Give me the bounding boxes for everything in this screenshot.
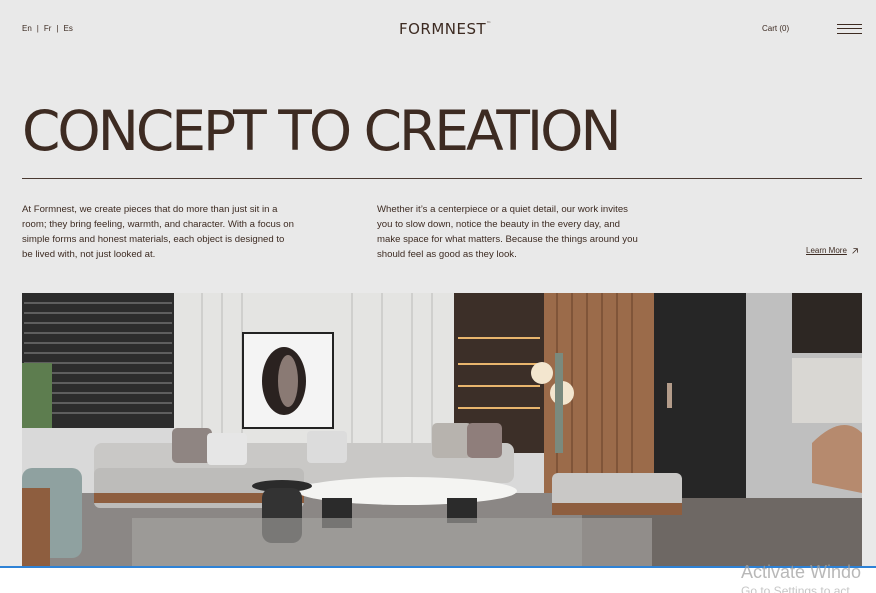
arrow-up-right-icon xyxy=(852,247,858,254)
brand-logo[interactable]: FORMNEST™ xyxy=(399,20,492,38)
page-headline: CONCEPT TO CREATION xyxy=(22,99,622,163)
intro-paragraph-right: Whether it’s a centerpiece or a quiet de… xyxy=(377,204,638,260)
learn-more-label: Learn More xyxy=(806,246,847,255)
top-navigation: En | Fr | Es FORMNEST™ Cart (0) xyxy=(0,0,876,58)
language-separator: | xyxy=(36,24,39,33)
activation-watermark-subtitle: Go to Settings to act xyxy=(741,584,850,593)
hero-image xyxy=(22,293,862,566)
language-switcher: En | Fr | Es xyxy=(22,24,73,33)
logo-text: FORMNEST xyxy=(399,20,487,38)
learn-more-link[interactable]: Learn More xyxy=(806,246,859,255)
language-es[interactable]: Es xyxy=(64,24,73,33)
language-separator: | xyxy=(56,24,59,33)
cart-link[interactable]: Cart (0) xyxy=(762,24,789,33)
living-room-photo xyxy=(22,293,862,566)
intro-paragraph-left: At Formnest, we create pieces that do mo… xyxy=(22,204,294,260)
language-en[interactable]: En xyxy=(22,24,32,33)
hamburger-icon[interactable] xyxy=(837,23,862,35)
activation-watermark: Activate Windo xyxy=(741,562,862,582)
language-fr[interactable]: Fr xyxy=(44,24,52,33)
trademark-mark: ™ xyxy=(486,21,492,27)
divider xyxy=(22,178,862,179)
